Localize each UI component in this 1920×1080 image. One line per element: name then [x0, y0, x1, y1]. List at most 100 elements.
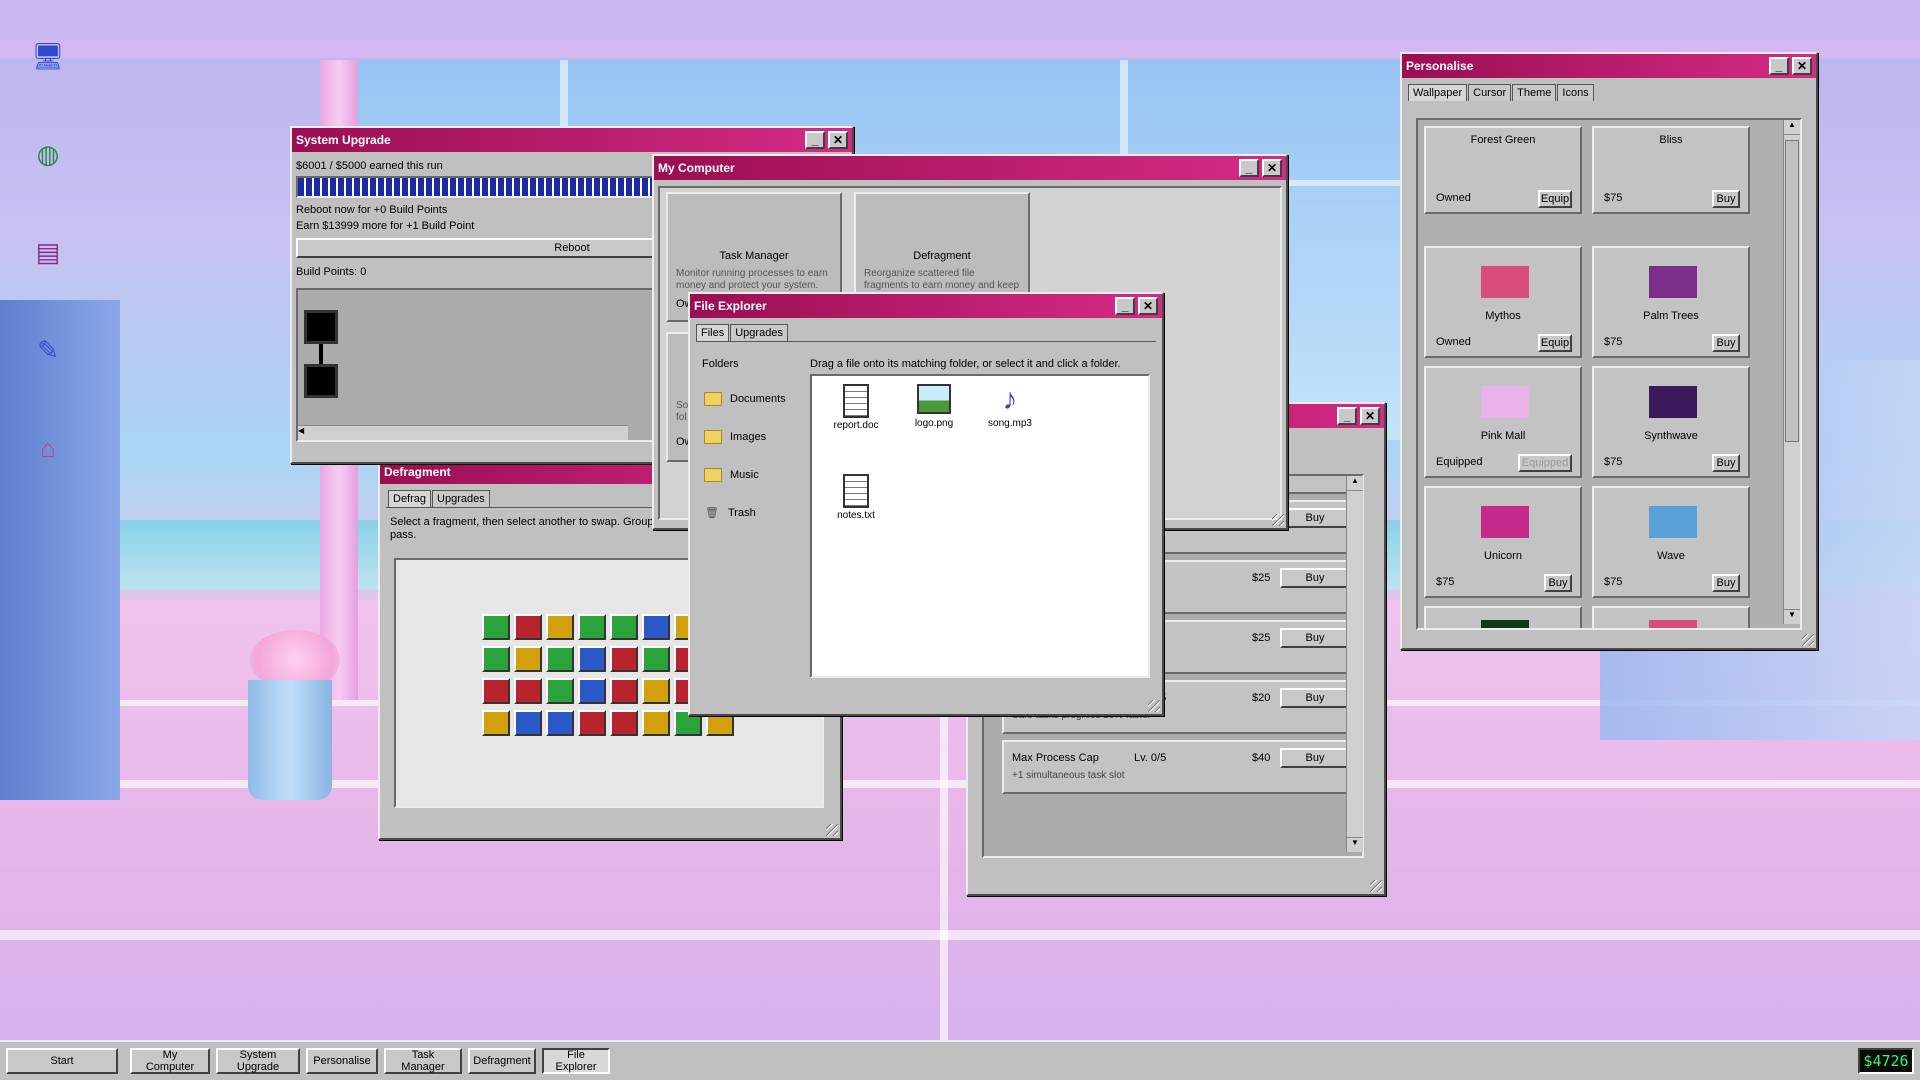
close-button[interactable]: ✕	[1138, 297, 1158, 315]
fragment-block[interactable]	[578, 678, 606, 704]
buy-button[interactable]: Buy	[1544, 574, 1572, 592]
buy-button[interactable]: Buy	[1712, 454, 1740, 472]
wallpaper-card[interactable]	[1424, 606, 1582, 628]
wallpaper-card[interactable]: Bliss $75 Buy	[1592, 126, 1750, 214]
wallpaper-card[interactable]: Palm Trees $75 Buy	[1592, 246, 1750, 358]
wallpaper-card[interactable]: Pink Mall Equipped Equipped	[1424, 366, 1582, 478]
fragment-block[interactable]	[482, 678, 510, 704]
buy-button[interactable]: Buy	[1280, 748, 1350, 768]
fragment-block[interactable]	[610, 678, 638, 704]
buy-button[interactable]: Buy	[1712, 574, 1740, 592]
file-item[interactable]: ♪ song.mp3	[980, 382, 1040, 429]
minimize-button[interactable]: _	[1337, 407, 1357, 425]
fragment-block[interactable]	[642, 614, 670, 640]
buy-button[interactable]: Buy	[1280, 688, 1350, 708]
fragment-block[interactable]	[578, 614, 606, 640]
start-button[interactable]: Start	[6, 1048, 118, 1074]
my-computer-titlebar[interactable]: My Computer _ ✕	[654, 156, 1286, 180]
tab-files[interactable]: Files	[696, 324, 730, 341]
fragment-block[interactable]	[482, 614, 510, 640]
equip-button[interactable]: Equipped	[1518, 454, 1572, 472]
paint-icon[interactable]: ✎	[30, 332, 66, 368]
minimize-button[interactable]: _	[1769, 57, 1789, 75]
minimize-button[interactable]: _	[1115, 297, 1135, 315]
scroll-up-icon[interactable]: ▲	[1784, 120, 1800, 135]
equip-button[interactable]: Equip	[1538, 334, 1572, 352]
wallpaper-card[interactable]: Mythos Owned Equip	[1424, 246, 1582, 358]
fragment-block[interactable]	[514, 678, 542, 704]
close-button[interactable]: ✕	[1262, 159, 1282, 177]
build-node[interactable]	[304, 364, 338, 398]
taskbar-item-task-manager[interactable]: Task Manager	[384, 1048, 462, 1074]
close-button[interactable]: ✕	[828, 131, 848, 149]
minimize-button[interactable]: _	[805, 131, 825, 149]
taskbar-item-personalise[interactable]: Personalise	[306, 1048, 378, 1074]
wallpaper-card[interactable]: Wave $75 Buy	[1592, 486, 1750, 598]
buy-button[interactable]: Buy	[1280, 508, 1350, 528]
fragment-block[interactable]	[514, 646, 542, 672]
resize-grip[interactable]	[1802, 634, 1814, 646]
file-item[interactable]: logo.png	[904, 382, 964, 429]
fragment-block[interactable]	[578, 710, 606, 736]
file-explorer-titlebar[interactable]: File Explorer _ ✕	[690, 294, 1162, 318]
fragment-block[interactable]	[610, 646, 638, 672]
build-node[interactable]	[304, 310, 338, 344]
folder-documents[interactable]: Documents	[704, 392, 786, 406]
resize-grip[interactable]	[1370, 880, 1382, 892]
fragment-block[interactable]	[546, 646, 574, 672]
fragment-block[interactable]	[546, 614, 574, 640]
fragment-block[interactable]	[546, 678, 574, 704]
tab-icons[interactable]: Icons	[1557, 84, 1594, 101]
tab-theme[interactable]: Theme	[1512, 84, 1557, 101]
fragment-block[interactable]	[578, 646, 606, 672]
buy-button[interactable]: Buy	[1280, 628, 1350, 648]
globe-icon[interactable]: ◍	[30, 136, 66, 172]
close-button[interactable]: ✕	[1792, 57, 1812, 75]
file-item[interactable]: notes.txt	[826, 472, 886, 521]
personalise-titlebar[interactable]: Personalise _ ✕	[1402, 54, 1816, 78]
tab-cursor[interactable]: Cursor	[1468, 84, 1512, 101]
horizontal-scrollbar[interactable]: ◀	[298, 425, 628, 440]
resize-grip[interactable]	[1272, 514, 1284, 526]
fragment-block[interactable]	[514, 614, 542, 640]
minimize-button[interactable]: _	[1239, 159, 1259, 177]
file-item[interactable]: report.doc	[826, 382, 886, 431]
wallpaper-card[interactable]: Forest Green Owned Equip	[1424, 126, 1582, 214]
taskbar-item-my-computer[interactable]: My Computer	[130, 1048, 210, 1074]
folder-trash[interactable]: 🗑 Trash	[704, 506, 756, 520]
tab-upgrades[interactable]: Upgrades	[730, 324, 788, 341]
scroll-down-icon[interactable]: ▼	[1784, 609, 1800, 624]
folder-music[interactable]: Music	[704, 468, 759, 482]
fragment-block[interactable]	[482, 646, 510, 672]
fragment-block[interactable]	[642, 710, 670, 736]
buy-button[interactable]: Buy	[1280, 568, 1350, 588]
wallpaper-card[interactable]	[1592, 606, 1750, 628]
scroll-up-icon[interactable]: ▲	[1347, 476, 1363, 491]
folder-images[interactable]: Images	[704, 430, 766, 444]
scroll-down-icon[interactable]: ▼	[1347, 837, 1363, 852]
resize-grip[interactable]	[1148, 700, 1160, 712]
system-upgrade-titlebar[interactable]: System Upgrade _ ✕	[292, 128, 852, 152]
close-button[interactable]: ✕	[1360, 407, 1380, 425]
fragment-block[interactable]	[610, 710, 638, 736]
fragment-block[interactable]	[482, 710, 510, 736]
document-icon[interactable]: ▤	[30, 234, 66, 270]
fragment-block[interactable]	[642, 646, 670, 672]
taskbar-item-system-upgrade[interactable]: System Upgrade	[216, 1048, 300, 1074]
wallpaper-card[interactable]: Unicorn $75 Buy	[1424, 486, 1582, 598]
tab-defrag[interactable]: Defrag	[388, 490, 432, 507]
personalise-scrollbar[interactable]: ▲ ▼	[1783, 120, 1800, 624]
fragment-block[interactable]	[642, 678, 670, 704]
file-drop-area[interactable]: report.doc logo.png ♪ song.mp3 notes.txt	[810, 374, 1150, 678]
home-icon[interactable]: ⌂	[30, 430, 66, 466]
taskbar-item-defragment[interactable]: Defragment	[468, 1048, 536, 1074]
equip-button[interactable]: Equip	[1538, 190, 1572, 208]
fragment-block[interactable]	[610, 614, 638, 640]
tab-upgrades[interactable]: Upgrades	[432, 490, 490, 507]
buy-button[interactable]: Buy	[1712, 190, 1740, 208]
computer-icon[interactable]: 🖥	[30, 38, 66, 74]
task-scrollbar[interactable]: ▲ ▼	[1346, 476, 1363, 852]
fragment-block[interactable]	[514, 710, 542, 736]
tab-wallpaper[interactable]: Wallpaper	[1408, 84, 1468, 101]
resize-grip[interactable]	[826, 824, 838, 836]
